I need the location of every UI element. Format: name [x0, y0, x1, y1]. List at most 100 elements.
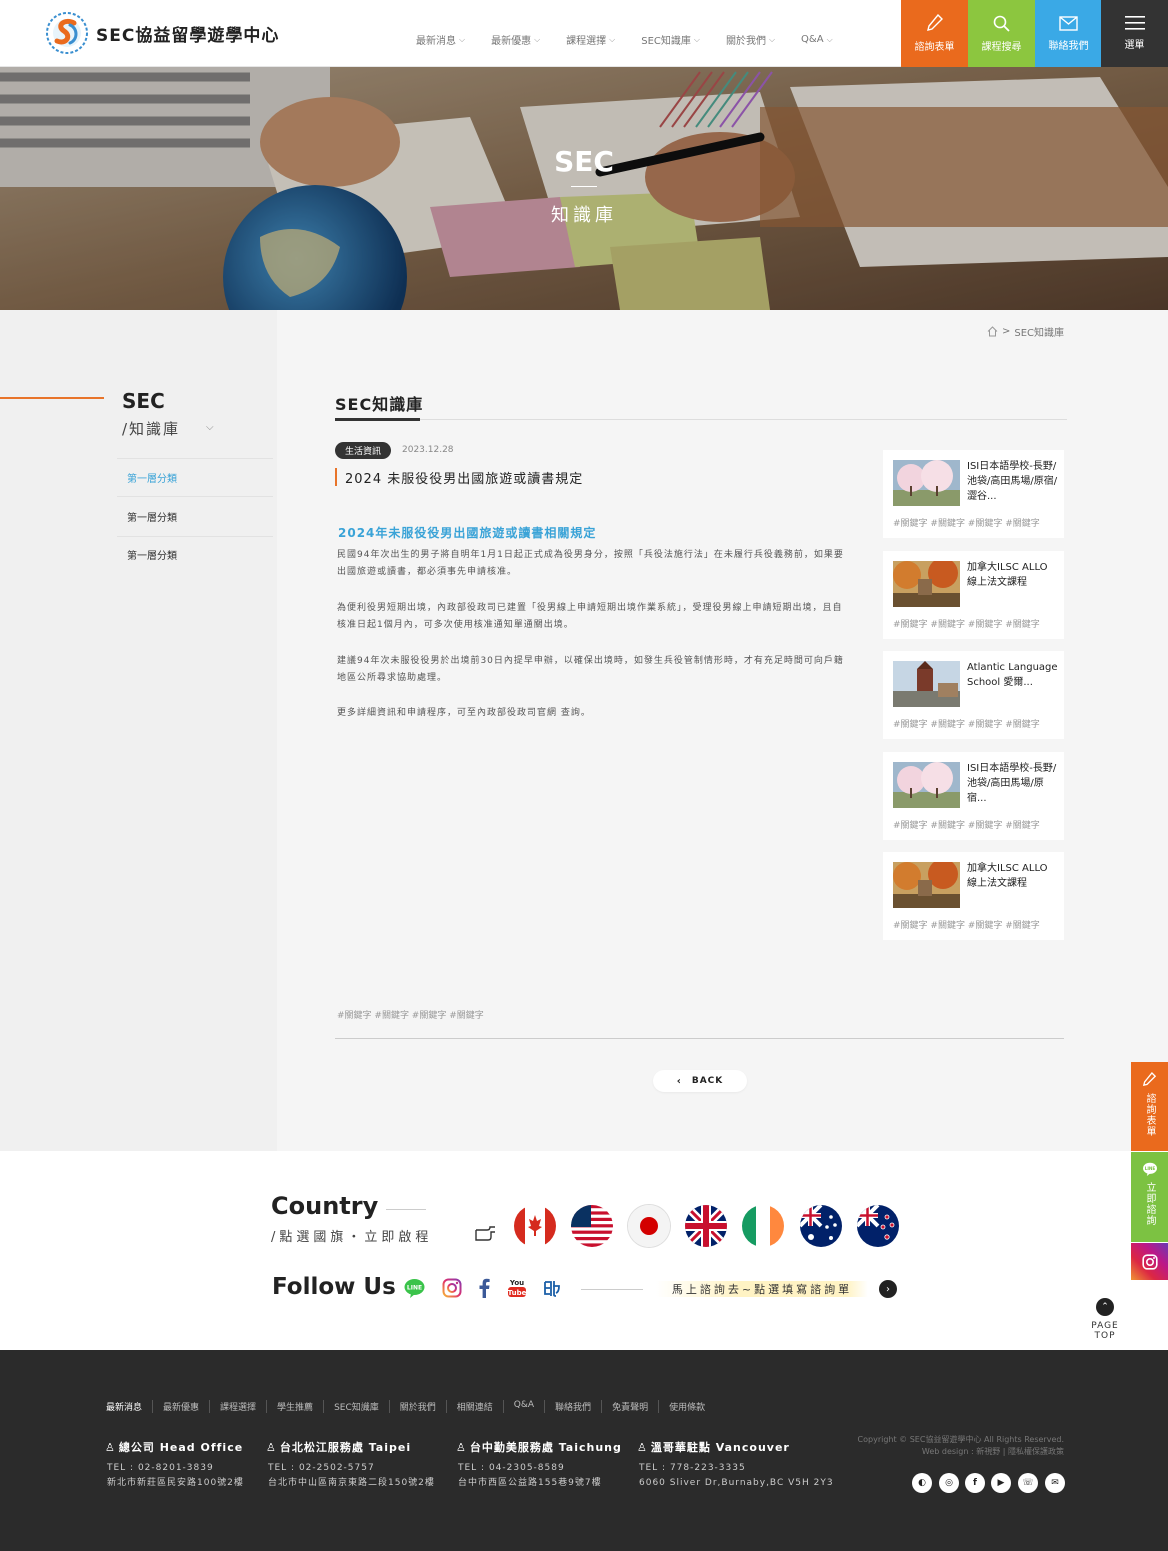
category-tag[interactable]: 生活資訊 [335, 442, 392, 459]
office-address: 台北市中山區南京東路二段150號2樓 [268, 1478, 435, 1488]
course-search-button[interactable]: 課程搜尋 [968, 0, 1035, 67]
footer-link[interactable]: 關於我們 [390, 1400, 447, 1413]
sidebar-title: SEC [122, 389, 165, 413]
section-title: SEC知識庫 [335, 395, 424, 414]
thumbnail-image [893, 460, 960, 506]
nav-knowledge[interactable]: SEC知識庫 ⌵ [641, 32, 700, 48]
facebook-icon[interactable] [477, 1278, 491, 1298]
contact-us-button[interactable]: 聯絡我們 [1035, 0, 1102, 67]
back-button[interactable]: ‹ BACK [653, 1070, 747, 1092]
related-card[interactable]: 加拿大ILSC ALLO 線上法文課程 #關鍵字 #關鍵字 #關鍵字 #關鍵字 [883, 852, 1064, 940]
nav-about[interactable]: 關於我們 ⌵ [726, 32, 776, 48]
related-title: Atlantic Language School 愛爾... [967, 662, 1058, 688]
phone-icon[interactable]: ☏ [1018, 1473, 1038, 1493]
svg-text:LINE: LINE [1144, 1166, 1155, 1171]
nav-qa[interactable]: Q&A ⌵ [801, 32, 833, 47]
australia-flag[interactable] [800, 1205, 842, 1247]
weibo-icon[interactable] [542, 1278, 562, 1298]
youtube-icon[interactable]: You Tube [507, 1278, 527, 1298]
article-heading: 2024年未服役役男出國旅遊或讀書相關規定 [338, 526, 597, 540]
breadcrumb-separator: > [1002, 326, 1011, 337]
footer-link[interactable]: 聯絡我們 [545, 1400, 603, 1413]
line-icon[interactable]: LINE [404, 1278, 425, 1298]
page-top-button[interactable]: ⌃ PAGE TOP [1080, 1298, 1130, 1341]
main-nav: 最新消息 ⌵ 最新優惠 ⌵ 課程選擇 ⌵ SEC知識庫 ⌵ 關於我們 ⌵ Q&A ⌵ [416, 32, 859, 47]
youtube-icon[interactable]: ▶ [991, 1473, 1011, 1493]
nav-label: 最新優惠 [491, 36, 532, 47]
floating-line-button[interactable]: LINE 立即諮詢 [1131, 1152, 1168, 1242]
line-icon[interactable]: ◐ [912, 1473, 932, 1493]
footer-link[interactable]: 學生推薦 [267, 1400, 325, 1413]
article-title: 2024 未服役役男出國旅遊或讀書規定 [335, 468, 583, 487]
facebook-icon[interactable]: f [965, 1473, 985, 1493]
person-pin-icon: ♙ [637, 1441, 648, 1454]
copyright-text: Copyright © SEC協益留遊學中心 All Rights Reserv… [857, 1435, 1064, 1444]
breadcrumb: > SEC知識庫 [987, 324, 1064, 339]
inquiry-form-label: 諮詢表單 [914, 42, 955, 53]
nav-courses[interactable]: 課程選擇 ⌵ [566, 32, 616, 48]
thumbnail-image [893, 561, 960, 607]
country-subtitle: /點選國旗・立即啟程 [271, 1230, 433, 1245]
hamburger-icon [1124, 16, 1145, 30]
nav-news[interactable]: 最新消息 ⌵ [416, 32, 465, 48]
home-icon[interactable] [987, 326, 998, 337]
inquiry-form-button[interactable]: 諮詢表單 [901, 0, 968, 67]
office-tel[interactable]: TEL : 02-2502-5757 [266, 1461, 435, 1476]
article-paragraph: 建議94年次未服役役男於出境前30日內提早申辦，以確保出境時，如發生兵役管制情形… [337, 656, 844, 683]
footer-link[interactable]: 課程選擇 [210, 1400, 268, 1413]
chevron-left-icon: ‹ [676, 1075, 682, 1087]
footer-link[interactable]: Q&A [504, 1400, 546, 1413]
svg-text:Tube: Tube [508, 1289, 527, 1297]
thumbnail-image [893, 762, 960, 808]
japan-flag[interactable] [628, 1205, 670, 1247]
svg-text:LINE: LINE [407, 1285, 422, 1292]
related-title: 加拿大ILSC ALLO 線上法文課程 [967, 562, 1048, 588]
menu-button[interactable]: 選單 [1101, 0, 1168, 67]
logo-mark-icon [44, 10, 90, 56]
usa-flag[interactable] [571, 1205, 613, 1247]
nav-offers[interactable]: 最新優惠 ⌵ [491, 32, 540, 48]
footer-link[interactable]: 最新優惠 [153, 1400, 211, 1413]
footer-link[interactable]: 最新消息 [106, 1400, 154, 1413]
canada-flag[interactable] [514, 1205, 556, 1247]
inquiry-cta-link[interactable]: 馬上諮詢去~點選填寫諮詢單 [656, 1281, 868, 1297]
cta-divider [581, 1289, 643, 1290]
related-card[interactable]: Atlantic Language School 愛爾... #關鍵字 #關鍵字… [883, 651, 1064, 739]
footer-link[interactable]: 相關連結 [447, 1400, 504, 1413]
instagram-icon[interactable] [442, 1278, 462, 1298]
office-tel[interactable]: TEL : 04-2305-8589 [456, 1461, 622, 1476]
sidebar-item-category-1[interactable]: 第一層分類 [117, 458, 273, 496]
site-logo[interactable]: SEC協益留學遊學中心 [44, 10, 279, 56]
office-tel[interactable]: TEL : 02-8201-3839 [105, 1461, 244, 1476]
breadcrumb-current[interactable]: SEC知識庫 [1014, 324, 1064, 339]
chevron-down-icon: ⌵ [609, 34, 616, 44]
chevron-down-icon[interactable]: ⌵ [206, 422, 214, 433]
uk-flag[interactable] [685, 1205, 727, 1247]
copyright-block: Copyright © SEC協益留遊學中心 All Rights Reserv… [760, 1434, 1064, 1458]
related-card[interactable]: ISI日本語學校-長野/池袋/高田馬場/原宿/澀谷... #關鍵字 #關鍵字 #… [883, 450, 1064, 538]
new-zealand-flag[interactable] [857, 1205, 899, 1247]
credit-text[interactable]: Web design : 新視野 | 隱私權保護政策 [760, 1446, 1064, 1458]
hero-photo [0, 67, 1168, 310]
floating-inquiry-button[interactable]: 諮詢表單 [1131, 1062, 1168, 1151]
instagram-icon[interactable]: ◎ [939, 1473, 959, 1493]
footer-link[interactable]: 使用條款 [659, 1400, 715, 1413]
pointing-hand-icon [475, 1226, 495, 1241]
article-keywords[interactable]: #關鍵字 #關鍵字 #關鍵字 #關鍵字 [337, 1008, 484, 1021]
related-card[interactable]: 加拿大ILSC ALLO 線上法文課程 #關鍵字 #關鍵字 #關鍵字 #關鍵字 [883, 551, 1064, 639]
sidebar-item-category-2[interactable]: 第一層分類 [117, 496, 273, 536]
related-card[interactable]: ISI日本語學校-長野/池袋/高田馬場/原宿... #關鍵字 #關鍵字 #關鍵字… [883, 752, 1064, 840]
footer-link[interactable]: 免責聲明 [602, 1400, 660, 1413]
floating-instagram-button[interactable] [1131, 1243, 1168, 1280]
footer-link[interactable]: SEC知識庫 [324, 1400, 390, 1413]
office-address: 新北市新莊區民安路100號2樓 [107, 1478, 244, 1488]
mail-icon[interactable]: ✉ [1045, 1473, 1065, 1493]
office-tel[interactable]: TEL : 778-223-3335 [637, 1461, 834, 1476]
page-top-label: PAGE TOP [1091, 1321, 1119, 1341]
chevron-down-icon: ⌵ [768, 34, 776, 44]
instagram-icon [1141, 1253, 1158, 1270]
arrow-right-icon[interactable]: › [879, 1280, 897, 1298]
ireland-flag[interactable] [742, 1205, 784, 1247]
sidebar-item-category-3[interactable]: 第一層分類 [117, 536, 273, 572]
thumbnail-image [893, 862, 960, 908]
